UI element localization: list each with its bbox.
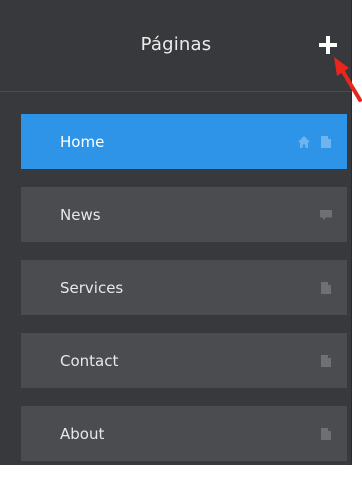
page-item-news[interactable]: News [21, 187, 347, 242]
page-list: Home News Services Contact About [21, 114, 347, 479]
page-item-contact[interactable]: Contact [21, 333, 347, 388]
page-icon [321, 282, 331, 294]
page-item-label: Home [60, 133, 105, 151]
home-icon [298, 136, 310, 148]
page-item-home[interactable]: Home [21, 114, 347, 169]
page-item-about[interactable]: About [21, 406, 347, 461]
chat-icon [320, 210, 332, 221]
page-item-services[interactable]: Services [21, 260, 347, 315]
pages-panel: Páginas Home News Services Contact About [0, 0, 352, 465]
panel-header: Páginas [0, 0, 352, 92]
page-icon [321, 136, 331, 148]
page-item-label: About [60, 425, 105, 443]
page-icon [321, 428, 331, 440]
page-item-label: News [60, 206, 101, 224]
page-item-label: Contact [60, 352, 119, 370]
panel-title: Páginas [140, 34, 212, 55]
annotation-arrow-icon [334, 57, 362, 102]
page-icon [321, 355, 331, 367]
page-item-label: Services [60, 279, 124, 297]
